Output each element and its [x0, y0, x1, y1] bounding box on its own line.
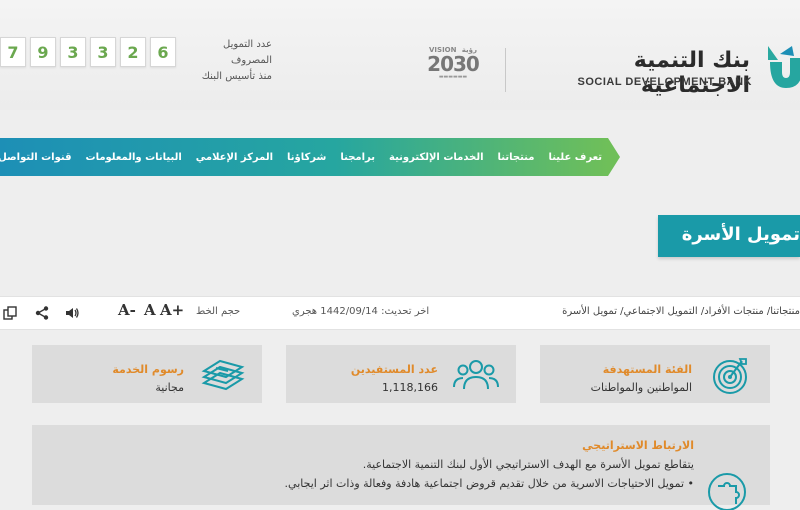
share-icon[interactable] [34, 305, 50, 321]
card-value: المواطنين والمواطنات [590, 381, 692, 394]
counter-digit: 3 [90, 37, 116, 67]
funding-counter: 7 9 3 3 2 6 [0, 37, 180, 67]
nav-item-products[interactable]: منتجاتنا [498, 152, 535, 163]
counter-digit: 9 [30, 37, 56, 67]
section-title: الارتباط الاستراتيجي [582, 439, 694, 452]
target-group-card: الفئة المستهدفة المواطنين والمواطنات [540, 345, 770, 403]
counter-digit: 2 [120, 37, 146, 67]
page-title: تمويل الأسرة [681, 224, 800, 245]
font-decrease-button[interactable]: A- [118, 301, 136, 319]
page-title-banner: تمويل الأسرة [658, 215, 800, 257]
service-fees-card: رسوم الخدمة مجانية [32, 345, 262, 403]
bank-name-arabic[interactable]: بنك التنمية الاجتماعية [520, 48, 750, 98]
money-stack-icon [201, 359, 245, 391]
copy-icon[interactable] [2, 305, 18, 321]
card-title: رسوم الخدمة [112, 363, 184, 376]
people-icon [453, 360, 499, 390]
nav-item-partners[interactable]: شركاؤنا [287, 152, 326, 163]
counter-digit: 6 [150, 37, 176, 67]
breadcrumb[interactable]: منتجاتنا/ منتجات الأفراد/ التمويل الاجتم… [562, 306, 800, 317]
speaker-icon[interactable] [64, 305, 80, 321]
nav-item-contact-channels[interactable]: قنوات التواصل [0, 152, 72, 163]
nav-item-media-center[interactable]: المركز الإعلامي [196, 152, 273, 163]
main-navigation: تعرف علينا منتجاتنا الخدمات الإلكترونية … [0, 138, 608, 176]
vision-year: 2030 [427, 52, 480, 76]
card-title: الفئة المستهدفة [602, 363, 692, 376]
card-value: مجانية [155, 381, 184, 394]
counter-digit: 7 [0, 37, 26, 67]
beneficiaries-card: عدد المستفيدين 1,118,166 [286, 345, 516, 403]
nav-item-data-info[interactable]: البيانات والمعلومات [86, 152, 182, 163]
strategic-line-2: • تمويل الاحتياجات الاسرية من خلال تقديم… [284, 477, 694, 490]
counter-label: عدد التمويل المصروف منذ تأسيس البنك [182, 37, 272, 85]
nav-item-programs[interactable]: برامجنا [340, 152, 375, 163]
header-divider [505, 48, 506, 92]
strategic-alignment-section: الارتباط الاستراتيجي يتقاطع تمويل الأسرة… [32, 425, 770, 505]
font-increase-button[interactable]: A+ [160, 301, 184, 319]
puzzle-icon [708, 473, 746, 510]
nav-item-about[interactable]: تعرف علينا [548, 152, 602, 163]
font-size-label: حجم الخط [196, 306, 241, 317]
strategic-line-1: يتقاطع تمويل الأسرة مع الهدف الاستراتيجي… [362, 458, 694, 471]
counter-digit: 3 [60, 37, 86, 67]
target-icon [713, 358, 747, 394]
nav-arrow-tail [608, 138, 620, 176]
counter-label-line2: منذ تأسيس البنك [201, 71, 272, 82]
bank-logo-icon[interactable] [760, 40, 800, 98]
nav-item-e-services[interactable]: الخدمات الإلكترونية [389, 152, 484, 163]
site-header: 7 9 3 3 2 6 عدد التمويل المصروف منذ تأسي… [0, 0, 800, 110]
font-reset-button[interactable]: A [144, 301, 156, 319]
card-title: عدد المستفيدين [350, 363, 438, 376]
last-updated: اخر تحديث: 1442/09/14 هجري [292, 306, 430, 317]
bank-name-english[interactable]: SOCIAL DEVELOPMENT BANK [522, 76, 752, 88]
vision-2030-logo[interactable]: VISION رؤية 2030 ▬▬▬▬▬▬ [418, 46, 488, 98]
counter-label-line1: عدد التمويل المصروف [223, 39, 272, 66]
page-toolbar: منتجاتنا/ منتجات الأفراد/ التمويل الاجتم… [0, 296, 800, 330]
card-value: 1,118,166 [382, 381, 438, 394]
